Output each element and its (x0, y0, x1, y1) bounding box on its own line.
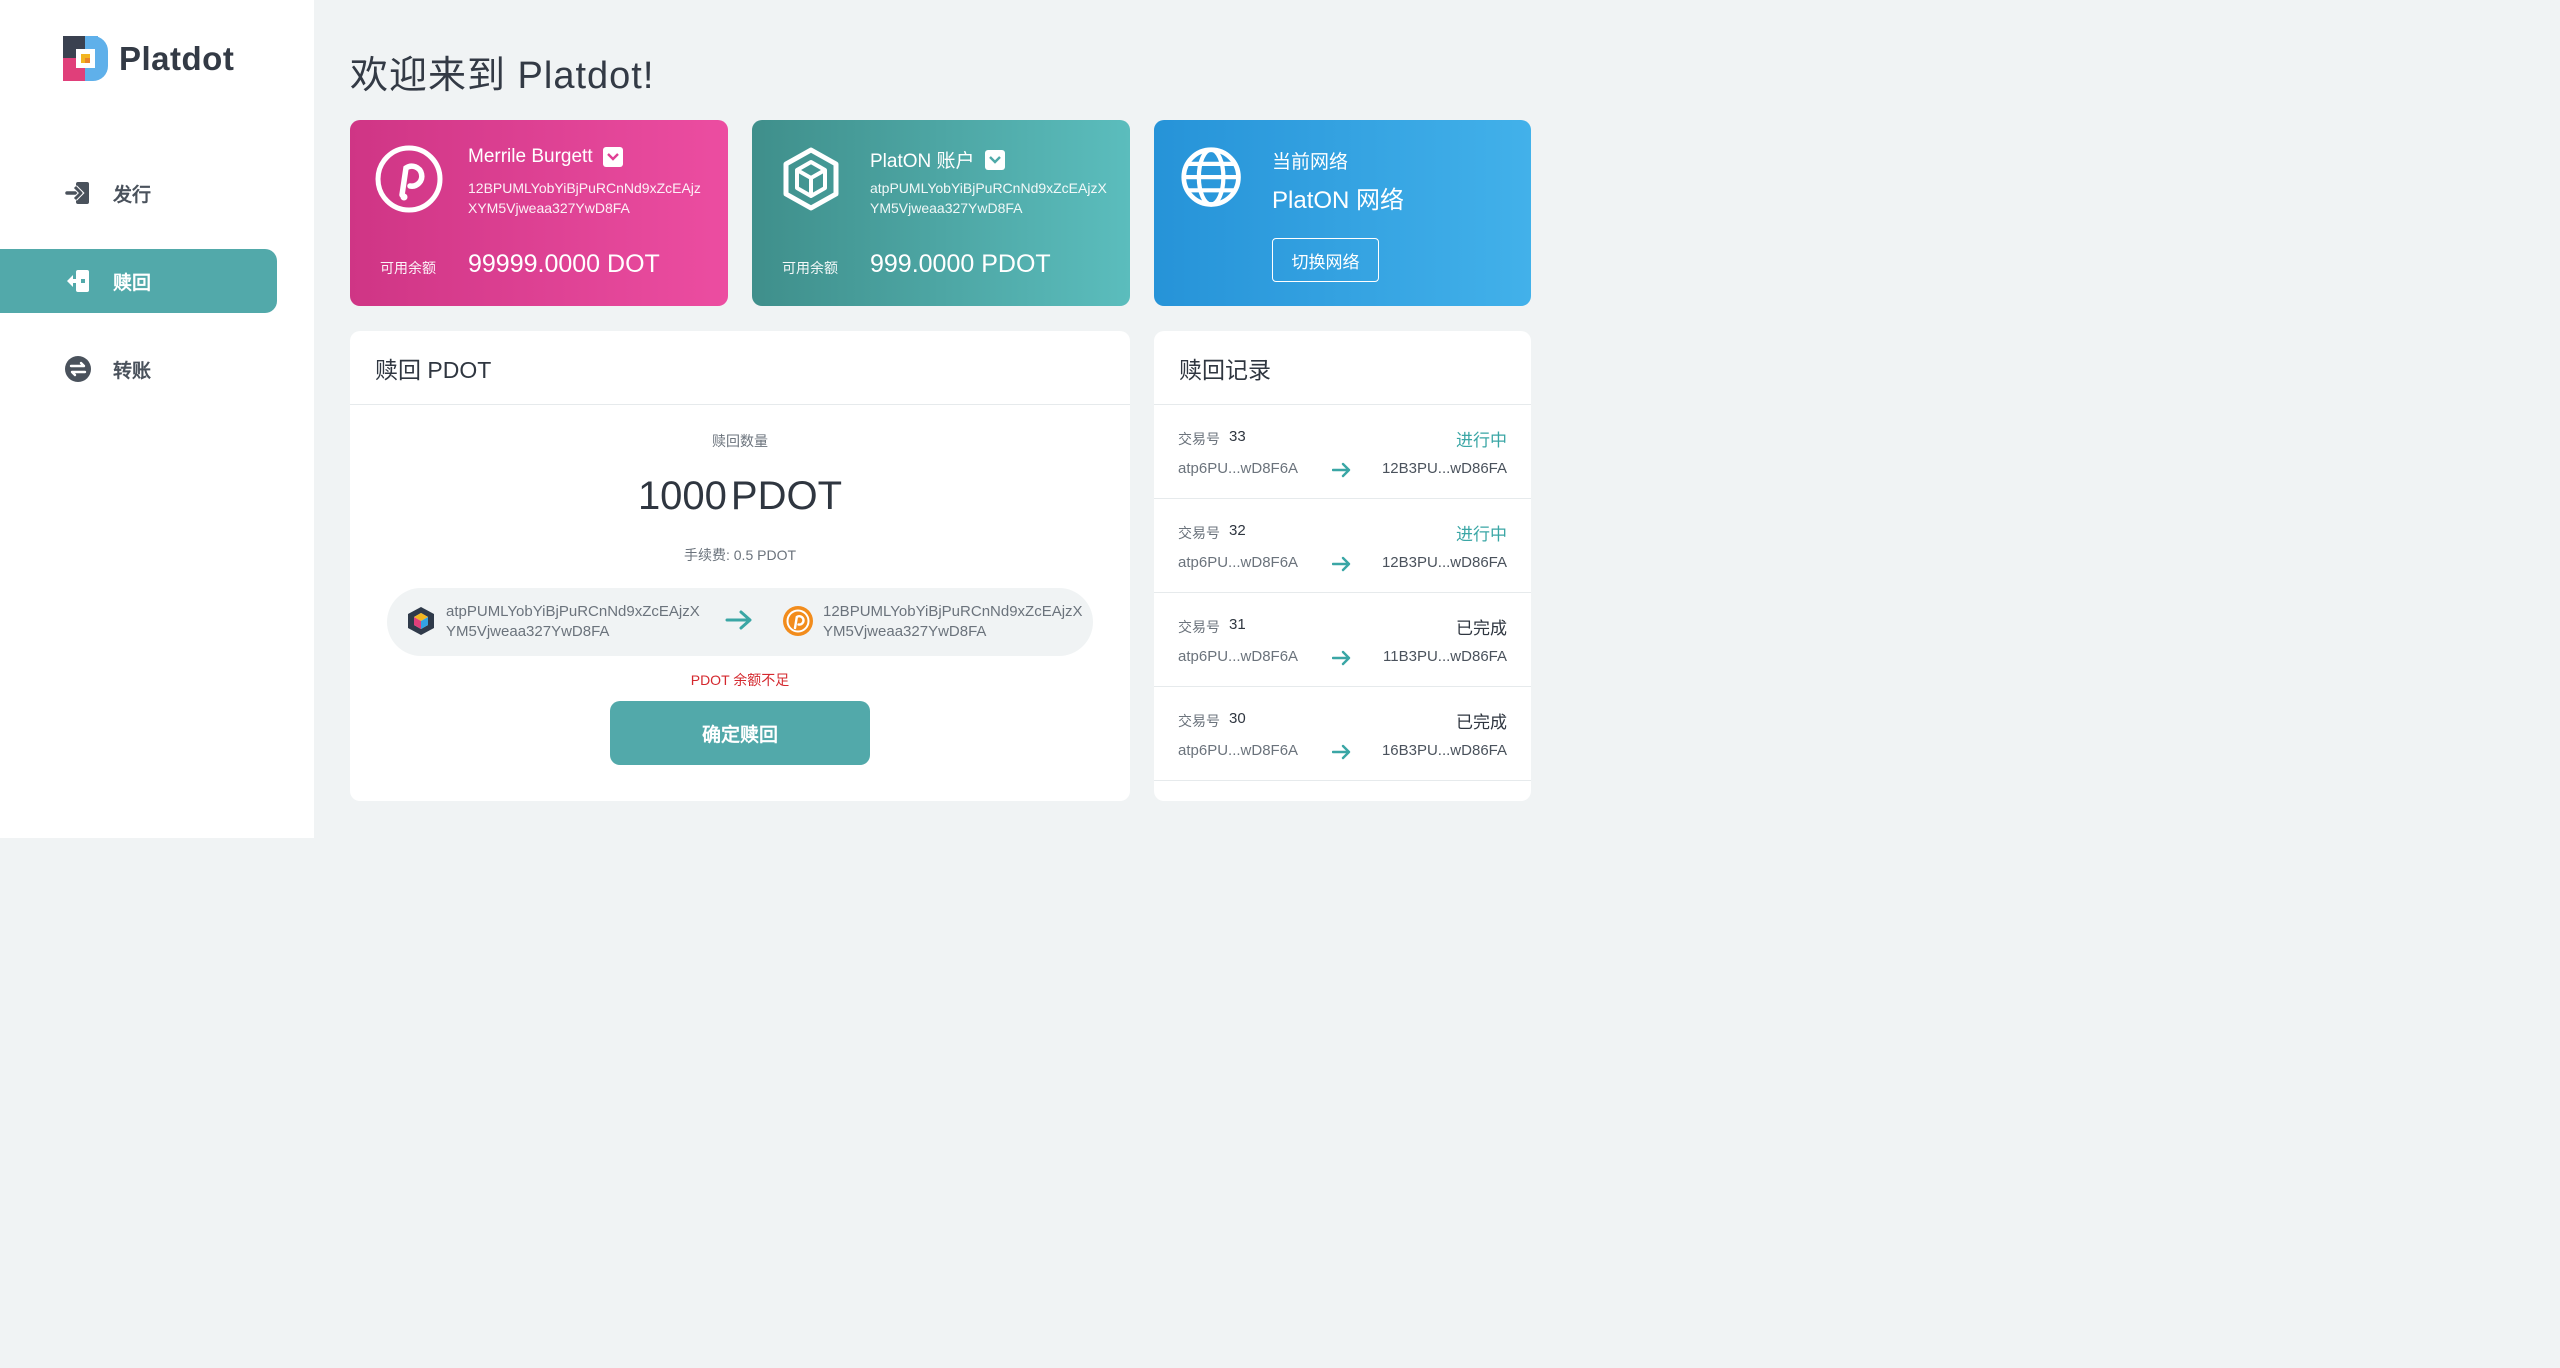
account-address: 12BPUMLYobYiBjPuRCnNd9xZcEAjzXYM5Vjweaa3… (468, 180, 701, 216)
record-to-address: 12B3PU...wD86FA (1381, 554, 1507, 571)
globe-icon (1181, 147, 1241, 207)
amount-value: 1000 (637, 474, 727, 518)
network-name: PlatON 网络 (1272, 187, 1405, 214)
from-address: atpPUMLYobYiBjPuRCnNd9xZcEAjzXYM5Vjweaa3… (446, 603, 700, 640)
sidebar-item-issue[interactable]: 发行 (0, 161, 277, 225)
tx-label: 交易号 (1178, 525, 1220, 541)
polkadot-account-card: Merrile Burgett 12BPUMLYobYiBjPuRCnNd9xZ… (350, 120, 728, 306)
record-from-address: atp6PU...wD8F6A (1178, 460, 1299, 477)
sign-out-icon (64, 267, 92, 295)
tx-number: 30 (1229, 710, 1246, 727)
record-row[interactable]: 交易号 30 已完成 atp6PU...wD8F6A 16B3PU...wD86FA (1154, 687, 1531, 781)
balance-label: 可用余额 (782, 260, 838, 276)
page-title: 欢迎来到 Platdot! (350, 55, 655, 97)
record-row[interactable]: 交易号 32 进行中 atp6PU...wD8F6A 12B3PU...wD86FA (1154, 499, 1531, 593)
record-to-address: 11B3PU...wD86FA (1383, 648, 1507, 665)
transfer-icon (64, 355, 92, 383)
platdot-logo-icon (63, 36, 108, 81)
sidebar-item-label: 转账 (113, 360, 152, 382)
tx-label: 交易号 (1178, 713, 1220, 729)
tx-label: 交易号 (1178, 431, 1220, 447)
record-to-address: 16B3PU...wD86FA (1381, 742, 1507, 759)
record-from-address: atp6PU...wD8F6A (1178, 554, 1299, 571)
account-selector[interactable]: PlatON 账户 (870, 146, 1005, 173)
app-logo[interactable]: Platdot (63, 36, 234, 81)
sidebar-item-label: 发行 (113, 184, 152, 206)
switch-network-button[interactable]: 切换网络 (1272, 238, 1379, 282)
arrow-right-icon (1332, 650, 1351, 666)
sidebar: Platdot 发行 赎回 转账 (0, 0, 314, 838)
balance-label: 可用余额 (380, 260, 436, 276)
error-message: PDOT 余额不足 (690, 672, 790, 688)
status-badge: 进行中 (1456, 431, 1507, 450)
network-card: 当前网络 PlatON 网络 切换网络 (1154, 120, 1531, 306)
arrow-right-icon (1332, 462, 1351, 478)
to-address: 12BPUMLYobYiBjPuRCnNd9xZcEAjzXYM5Vjweaa3… (823, 603, 1083, 640)
platon-account-card: PlatON 账户 atpPUMLYobYiBjPuRCnNd9xZcEAjzX… (752, 120, 1130, 306)
amount-unit: PDOT (730, 474, 843, 518)
amount-input[interactable]: 1000 PDOT (350, 474, 1130, 519)
redeem-records-panel: 赎回记录 交易号 33 进行中 atp6PU...wD8F6A 12B3PU...wD8… (1154, 331, 1531, 801)
status-badge: 已完成 (1456, 713, 1507, 732)
record-to-address: 12B3PU...wD86FA (1381, 460, 1507, 477)
app-name: Platdot (119, 39, 235, 77)
arrow-right-icon (1332, 744, 1351, 760)
record-list: 交易号 33 进行中 atp6PU...wD8F6A 12B3PU...wD86FA 交易… (1154, 405, 1531, 781)
arrow-right-icon (1332, 556, 1351, 572)
polkadot-icon (783, 606, 813, 636)
polkadot-icon (375, 145, 443, 213)
transfer-route: atpPUMLYobYiBjPuRCnNd9xZcEAjzXYM5Vjweaa3… (387, 588, 1093, 656)
record-row[interactable]: 交易号 31 已完成 atp6PU...wD8F6A 11B3PU...wD86FA (1154, 593, 1531, 687)
account-address: atpPUMLYobYiBjPuRCnNd9xZcEAjzXYM5Vjweaa3… (870, 180, 1107, 216)
record-from-address: atp6PU...wD8F6A (1178, 648, 1299, 665)
arrow-right-icon (725, 610, 752, 630)
confirm-redeem-button[interactable]: 确定赎回 (610, 701, 870, 765)
status-badge: 进行中 (1456, 525, 1507, 544)
panel-title: 赎回 PDOT (350, 331, 1130, 405)
account-selector[interactable]: Merrile Burgett (468, 146, 623, 168)
record-from-address: atp6PU...wD8F6A (1178, 742, 1299, 759)
account-name: Merrile Burgett (468, 146, 593, 167)
network-label: 当前网络 (1272, 152, 1349, 173)
platon-cube-icon (408, 607, 434, 635)
sign-in-icon (64, 179, 92, 207)
sidebar-item-redeem[interactable]: 赎回 (0, 249, 277, 313)
status-badge: 已完成 (1456, 619, 1507, 638)
tx-number: 33 (1229, 428, 1246, 445)
platon-cube-icon (783, 147, 839, 211)
sidebar-item-transfer[interactable]: 转账 (0, 337, 277, 401)
balance-value: 999.0000 PDOT (870, 250, 1051, 278)
balance-value: 99999.0000 DOT (468, 250, 660, 278)
chevron-down-icon[interactable] (984, 149, 1005, 170)
chevron-down-icon[interactable] (602, 147, 623, 167)
record-row[interactable]: 交易号 33 进行中 atp6PU...wD8F6A 12B3PU...wD86FA (1154, 405, 1531, 499)
redeem-panel: 赎回 PDOT 赎回数量 1000 PDOT 手续费: 0.5 PDOT atpP… (350, 331, 1130, 801)
fee-text: 手续费: 0.5 PDOT (683, 547, 797, 563)
amount-label: 赎回数量 (712, 433, 768, 449)
tx-number: 31 (1229, 616, 1246, 633)
tx-label: 交易号 (1178, 619, 1220, 635)
account-name: PlatON 账户 (870, 151, 975, 172)
panel-title: 赎回记录 (1154, 331, 1531, 405)
tx-number: 32 (1229, 522, 1246, 539)
sidebar-item-label: 赎回 (113, 272, 152, 294)
